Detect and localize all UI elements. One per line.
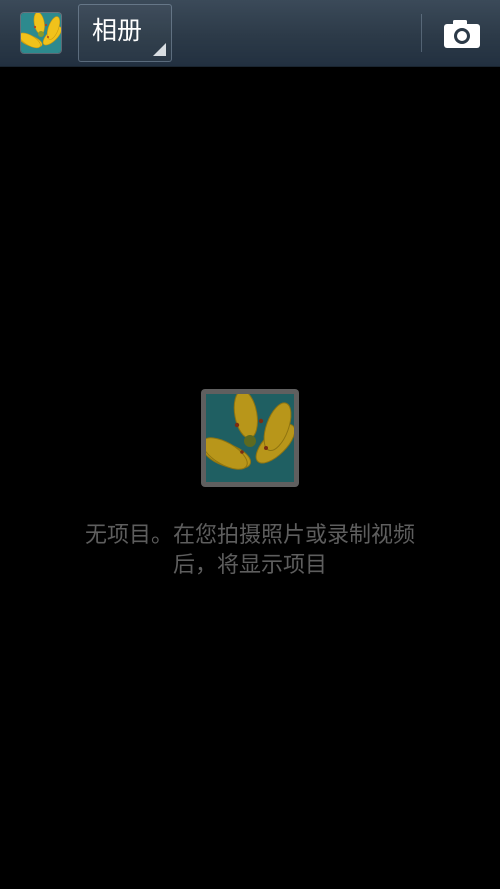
gallery-screen: 相册 无项目。在您拍摄照片或录制视频 后，将显示项目: [0, 0, 500, 889]
album-selector-dropdown[interactable]: 相册: [78, 4, 172, 62]
empty-state-message: 无项目。在您拍摄照片或录制视频 后，将显示项目: [40, 521, 460, 581]
empty-state-thumbnail: [201, 389, 299, 487]
flower-thumbnail-icon[interactable]: [21, 13, 61, 53]
flower-thumbnail-icon: [206, 394, 294, 482]
empty-message-line-1: 无项目。在您拍摄照片或录制视频: [84, 523, 415, 548]
empty-message-line-2: 后，将显示项目: [172, 553, 327, 578]
action-bar: 相册: [0, 0, 500, 67]
action-divider: [421, 14, 422, 52]
camera-button[interactable]: [432, 10, 490, 56]
dropdown-corner-icon: [153, 43, 166, 56]
camera-icon: [444, 20, 480, 48]
album-selector-label: 相册: [92, 16, 143, 45]
